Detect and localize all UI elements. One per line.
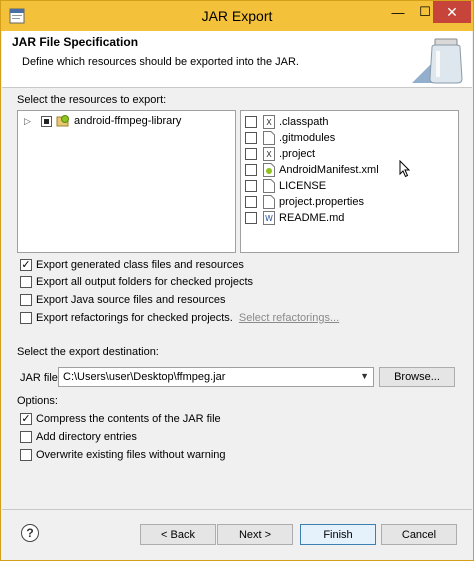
compress-label: Compress the contents of the JAR file — [36, 413, 221, 425]
jar-file-combo[interactable]: C:\Users\user\Desktop\ffmpeg.jar ▼ — [58, 367, 374, 387]
xml-file-icon: X — [263, 115, 275, 129]
file-name: README.md — [279, 212, 345, 224]
footer-divider — [2, 509, 472, 510]
project-name: android-ffmpeg-library — [74, 115, 182, 127]
text-file-icon — [263, 179, 275, 193]
options-label: Options: — [17, 395, 58, 407]
destination-label: Select the export destination: — [17, 346, 159, 358]
text-file-icon — [263, 131, 275, 145]
svg-text:X: X — [266, 118, 272, 127]
minimize-button[interactable]: — — [384, 1, 412, 23]
resources-label: Select the resources to export: — [17, 94, 167, 106]
expand-arrow-icon[interactable]: ▷ — [24, 116, 36, 127]
export-java-source-checkbox[interactable] — [20, 294, 32, 306]
android-project-icon — [56, 115, 69, 127]
finish-button[interactable]: Finish — [300, 524, 376, 545]
next-button[interactable]: Next > — [217, 524, 293, 545]
browse-button[interactable]: Browse... — [379, 367, 455, 387]
file-checkbox[interactable] — [245, 212, 257, 224]
project-tree[interactable]: ▷ android-ffmpeg-library — [17, 110, 236, 253]
file-checkbox[interactable] — [245, 116, 257, 128]
project-checkbox[interactable] — [41, 115, 52, 127]
list-item[interactable]: .gitmodules — [245, 130, 335, 146]
mouse-cursor-icon — [399, 160, 411, 178]
list-item[interactable]: AndroidManifest.xml — [245, 162, 379, 178]
file-checkbox[interactable] — [245, 164, 257, 176]
export-output-folders-option[interactable]: Export all output folders for checked pr… — [20, 274, 253, 290]
export-output-folders-checkbox[interactable] — [20, 276, 32, 288]
export-java-source-option[interactable]: Export Java source files and resources — [20, 292, 226, 308]
xml-file-icon: X — [263, 147, 275, 161]
directory-entries-option[interactable]: Add directory entries — [20, 429, 137, 445]
compress-option[interactable]: Compress the contents of the JAR file — [20, 411, 221, 427]
file-checkbox[interactable] — [245, 196, 257, 208]
export-output-folders-label: Export all output folders for checked pr… — [36, 276, 254, 288]
file-name: .gitmodules — [279, 132, 336, 144]
overwrite-option[interactable]: Overwrite existing files without warning — [20, 447, 226, 463]
svg-text:W: W — [265, 214, 273, 223]
export-java-source-label: Export Java source files and resources — [36, 294, 226, 306]
text-file-icon — [263, 195, 275, 209]
compress-checkbox[interactable] — [20, 413, 32, 425]
list-item[interactable]: W README.md — [245, 210, 344, 226]
file-checkbox[interactable] — [245, 180, 257, 192]
wizard-header: JAR File Specification Define which reso… — [2, 31, 472, 88]
tree-item-project[interactable]: ▷ android-ffmpeg-library — [18, 113, 181, 129]
file-name: AndroidManifest.xml — [279, 164, 379, 176]
manifest-file-icon — [263, 163, 275, 177]
file-checkbox[interactable] — [245, 148, 257, 160]
title-bar[interactable]: JAR Export — ☐ ✕ — [1, 1, 473, 31]
page-description: Define which resources should be exporte… — [22, 56, 299, 68]
file-list[interactable]: X .classpath .gitmodules X .project Andr… — [240, 110, 459, 253]
jar-icon — [412, 38, 463, 84]
export-class-files-option[interactable]: Export generated class files and resourc… — [20, 257, 244, 273]
overwrite-label: Overwrite existing files without warning — [36, 449, 226, 461]
file-name: LICENSE — [279, 180, 327, 192]
list-item[interactable]: project.properties — [245, 194, 364, 210]
directory-entries-label: Add directory entries — [36, 431, 137, 443]
list-item[interactable]: X .classpath — [245, 114, 329, 130]
export-class-files-checkbox[interactable] — [20, 259, 32, 271]
overwrite-checkbox[interactable] — [20, 449, 32, 461]
select-refactorings-link[interactable]: Select refactorings... — [239, 312, 339, 324]
back-button[interactable]: < Back — [140, 524, 216, 545]
list-item[interactable]: X .project — [245, 146, 315, 162]
close-button[interactable]: ✕ — [433, 1, 471, 23]
export-refactorings-label: Export refactorings for checked projects… — [36, 312, 233, 324]
word-file-icon: W — [263, 211, 275, 225]
file-name: project.properties — [279, 196, 364, 208]
jar-file-label: JAR file: — [20, 372, 61, 384]
directory-entries-checkbox[interactable] — [20, 431, 32, 443]
file-name: .classpath — [279, 116, 329, 128]
help-button[interactable]: ? — [21, 524, 39, 542]
jar-export-dialog: JAR Export — ☐ ✕ JAR File Specification … — [0, 0, 474, 561]
export-class-files-label: Export generated class files and resourc… — [36, 259, 244, 271]
page-title: JAR File Specification — [12, 35, 139, 49]
export-refactorings-option[interactable]: Export refactorings for checked projects… — [20, 310, 339, 326]
chevron-down-icon[interactable]: ▼ — [360, 371, 369, 381]
file-name: .project — [279, 148, 316, 160]
export-refactorings-checkbox[interactable] — [20, 312, 32, 324]
svg-text:X: X — [266, 150, 272, 159]
list-item[interactable]: LICENSE — [245, 178, 326, 194]
jar-file-input[interactable]: C:\Users\user\Desktop\ffmpeg.jar — [63, 371, 225, 383]
file-checkbox[interactable] — [245, 132, 257, 144]
cancel-button[interactable]: Cancel — [381, 524, 457, 545]
